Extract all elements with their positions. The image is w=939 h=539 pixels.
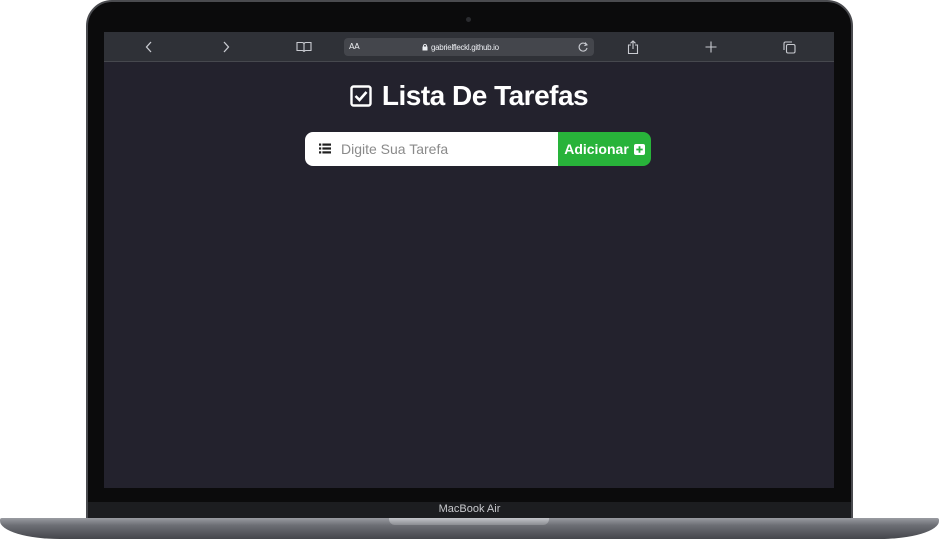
plus-square-icon bbox=[633, 143, 645, 155]
task-input-box bbox=[305, 132, 558, 166]
page-title: Lista De Tarefas bbox=[104, 80, 834, 112]
chevron-left-icon[interactable] bbox=[137, 32, 161, 62]
tabs-icon[interactable] bbox=[777, 32, 801, 62]
reload-icon[interactable] bbox=[576, 40, 590, 54]
screen: AA gabrielfleckl.github.io Lista De Tare… bbox=[104, 32, 834, 488]
add-task-button[interactable]: Adicionar bbox=[558, 132, 651, 166]
model-label: MacBook Air bbox=[438, 503, 501, 515]
laptop-mockup: AA gabrielfleckl.github.io Lista De Tare… bbox=[0, 0, 939, 539]
task-input[interactable] bbox=[341, 132, 551, 166]
share-icon[interactable] bbox=[621, 32, 645, 62]
address-bar[interactable]: AA gabrielfleckl.github.io bbox=[344, 38, 594, 56]
plus-icon[interactable] bbox=[699, 32, 723, 62]
camera-dot bbox=[466, 17, 471, 22]
chevron-right-icon[interactable] bbox=[214, 32, 238, 62]
reader-button[interactable]: AA bbox=[349, 38, 360, 56]
add-task-button-label: Adicionar bbox=[564, 141, 629, 157]
page-title-text: Lista De Tarefas bbox=[381, 80, 589, 111]
browser-toolbar: AA gabrielfleckl.github.io bbox=[104, 32, 834, 62]
checkbox-checked-icon bbox=[350, 85, 372, 107]
task-form: Adicionar bbox=[305, 132, 651, 166]
laptop-notch bbox=[389, 518, 549, 525]
url-text: gabrielfleckl.github.io bbox=[431, 42, 499, 52]
book-icon[interactable] bbox=[292, 32, 316, 62]
lock-icon bbox=[422, 43, 428, 51]
list-icon bbox=[319, 143, 331, 154]
